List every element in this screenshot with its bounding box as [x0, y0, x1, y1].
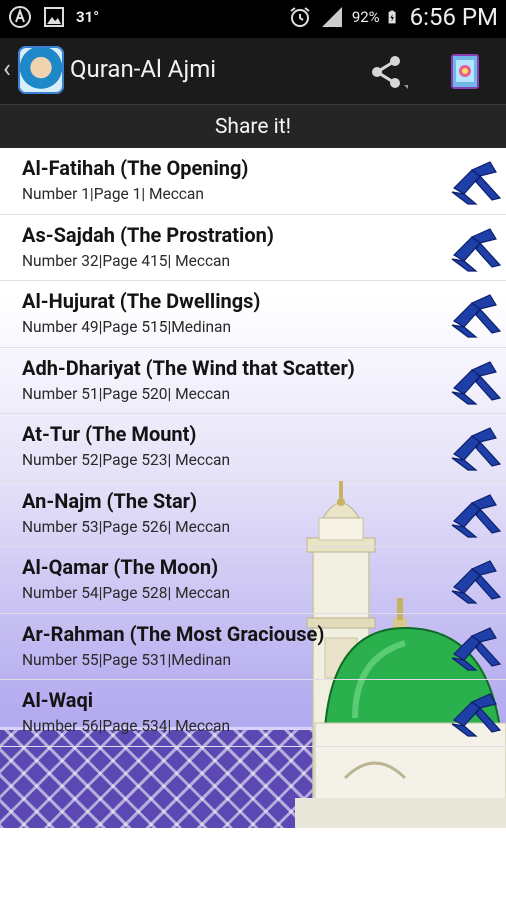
bottom-blank-area — [0, 828, 506, 900]
quran-stand-icon[interactable] — [446, 557, 502, 605]
list-item[interactable]: At-Tur (The Mount) Number 52|Page 523| M… — [0, 414, 506, 481]
surah-subtitle: Number 32|Page 415| Meccan — [22, 251, 231, 270]
list-item[interactable]: Al-Fatihah (The Opening) Number 1|Page 1… — [0, 148, 506, 215]
quran-stand-icon[interactable] — [446, 690, 502, 738]
share-it-banner[interactable]: Share it! — [0, 104, 506, 149]
quran-stand-icon[interactable] — [446, 158, 502, 206]
surah-subtitle: Number 55|Page 531|Medinan — [22, 650, 232, 669]
surah-subtitle: Number 56|Page 534| Meccan — [22, 717, 231, 735]
quran-stand-icon[interactable] — [446, 424, 502, 472]
list-item[interactable]: Adh-Dhariyat (The Wind that Scatter) Num… — [0, 348, 506, 414]
image-icon — [44, 7, 64, 27]
clock-text: 6:56 PM — [409, 3, 498, 31]
app-title: Quran-Al Ajmi — [70, 55, 217, 83]
surah-subtitle: Number 1|Page 1| Meccan — [22, 185, 204, 203]
surah-title: Adh-Dhariyat (The Wind that Scatter) — [22, 355, 355, 380]
list-item[interactable]: Al-Hujurat (The Dwellings) Number 49|Pag… — [0, 281, 506, 348]
temperature-text: 31° — [76, 8, 100, 26]
share-icon[interactable] — [368, 55, 408, 89]
quran-book-icon[interactable] — [446, 52, 484, 92]
battery-charging-icon — [388, 10, 396, 24]
quran-stand-icon[interactable] — [446, 291, 502, 339]
surah-title: As-Sajdah (The Prostration) — [22, 222, 274, 247]
signal-icon — [321, 7, 342, 27]
surah-title: Al-Qamar (The Moon) — [22, 555, 219, 579]
surah-subtitle: Number 54|Page 528| Meccan — [22, 584, 231, 602]
quran-stand-icon[interactable] — [446, 624, 502, 672]
list-item[interactable]: Ar-Rahman (The Most Graciouse) Number 55… — [0, 614, 506, 680]
surah-title: Ar-Rahman (The Most Graciouse) — [22, 621, 325, 646]
quran-stand-icon[interactable] — [446, 225, 502, 273]
quran-stand-icon[interactable] — [446, 491, 502, 539]
status-bar: 31° 92% 6:56 PM — [0, 0, 506, 38]
alarm-icon — [290, 7, 310, 27]
list-item[interactable]: As-Sajdah (The Prostration) Number 32|Pa… — [0, 215, 506, 281]
back-chevron-icon[interactable]: ‹ — [3, 56, 11, 82]
list-item[interactable]: An-Najm (The Star) Number 53|Page 526| M… — [0, 481, 506, 547]
surah-title: At-Tur (The Mount) — [22, 422, 197, 446]
battery-percent-text: 92% — [351, 8, 380, 26]
surah-list-area: Al-Fatihah (The Opening) Number 1|Page 1… — [0, 148, 506, 828]
quran-stand-icon[interactable] — [446, 358, 502, 406]
reciter-avatar-icon[interactable] — [18, 46, 64, 94]
surah-list: Al-Fatihah (The Opening) Number 1|Page 1… — [0, 148, 506, 747]
surah-subtitle: Number 51|Page 520| Meccan — [22, 384, 231, 403]
surah-title: An-Najm (The Star) — [22, 488, 198, 513]
list-item[interactable]: Al-Waqi Number 56|Page 534| Meccan — [0, 680, 506, 747]
surah-title: Al-Waqi — [22, 688, 94, 712]
app-store-icon — [9, 6, 31, 28]
app-bar: ‹ Quran-Al Ajmi — [0, 38, 506, 104]
surah-subtitle: Number 52|Page 523| Meccan — [22, 451, 231, 469]
surah-subtitle: Number 53|Page 526| Meccan — [22, 517, 231, 536]
surah-title: Al-Hujurat (The Dwellings) — [22, 289, 261, 313]
surah-title: Al-Fatihah (The Opening) — [22, 156, 249, 180]
surah-subtitle: Number 49|Page 515|Medinan — [22, 318, 232, 336]
list-item[interactable]: Al-Qamar (The Moon) Number 54|Page 528| … — [0, 547, 506, 614]
